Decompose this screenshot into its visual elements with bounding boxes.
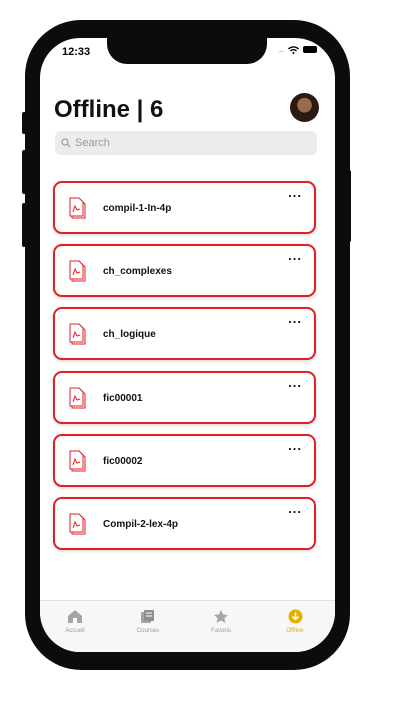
- tab-accueil[interactable]: Accueil: [45, 609, 105, 634]
- search-bar[interactable]: Search: [55, 131, 317, 155]
- more-options-button[interactable]: ...: [288, 438, 302, 453]
- file-name: ch_logique: [103, 329, 156, 340]
- file-item[interactable]: Compil-2-lex-4p ...: [53, 497, 316, 550]
- mute-switch: [22, 112, 26, 134]
- file-item[interactable]: fic00002 ...: [53, 434, 316, 487]
- tab-label: Offline: [286, 628, 304, 634]
- star-icon: [214, 610, 228, 623]
- file-item[interactable]: fic00001 ...: [53, 371, 316, 424]
- more-options-button[interactable]: ...: [288, 311, 302, 326]
- status-time: 12:33: [62, 46, 91, 58]
- volume-down-button: [22, 203, 26, 247]
- file-item[interactable]: ch_complexes ...: [53, 244, 316, 297]
- tab-offline[interactable]: Offline: [265, 609, 325, 634]
- file-name: compil-1-In-4p: [103, 203, 172, 214]
- search-icon: [61, 138, 71, 148]
- tab-courses[interactable]: Courses: [118, 609, 178, 634]
- pdf-icon: [69, 260, 86, 282]
- wifi-icon: [288, 45, 299, 54]
- signal-icon: .....: [277, 45, 285, 54]
- more-options-button[interactable]: ...: [288, 248, 302, 263]
- file-item[interactable]: compil-1-In-4p ...: [53, 181, 316, 234]
- pdf-icon: [69, 450, 86, 472]
- more-options-button[interactable]: ...: [288, 375, 302, 390]
- power-button: [347, 170, 351, 242]
- pdf-icon: [69, 513, 86, 535]
- pdf-icon: [69, 387, 86, 409]
- download-icon: [288, 609, 302, 624]
- tab-label: Courses: [136, 628, 160, 634]
- battery-icon: [303, 46, 317, 53]
- tab-label: Favoris: [211, 628, 231, 634]
- status-indicators: .....: [278, 45, 317, 54]
- file-name: fic00002: [103, 456, 143, 467]
- file-name: fic00001: [103, 393, 143, 404]
- tab-label: Accueil: [65, 628, 85, 634]
- courses-icon: [141, 610, 154, 623]
- more-options-button[interactable]: ...: [288, 501, 302, 516]
- pdf-icon: [69, 323, 86, 345]
- tab-bar: Accueil Courses Favoris Offline: [40, 600, 335, 652]
- more-options-button[interactable]: ...: [288, 185, 302, 200]
- home-icon: [68, 610, 82, 623]
- file-name: Compil-2-lex-4p: [103, 519, 179, 530]
- tab-favoris[interactable]: Favoris: [191, 609, 251, 634]
- volume-up-button: [22, 150, 26, 194]
- page-title: Offline | 6: [54, 96, 164, 123]
- file-name: ch_complexes: [103, 266, 172, 277]
- search-input[interactable]: Search: [75, 137, 110, 149]
- pdf-icon: [69, 197, 86, 219]
- avatar[interactable]: [290, 93, 319, 122]
- phone-screen: 12:33 ..... Offline | 6 Search compil-1-…: [40, 38, 335, 652]
- file-item[interactable]: ch_logique ...: [53, 307, 316, 360]
- notch: [107, 38, 267, 64]
